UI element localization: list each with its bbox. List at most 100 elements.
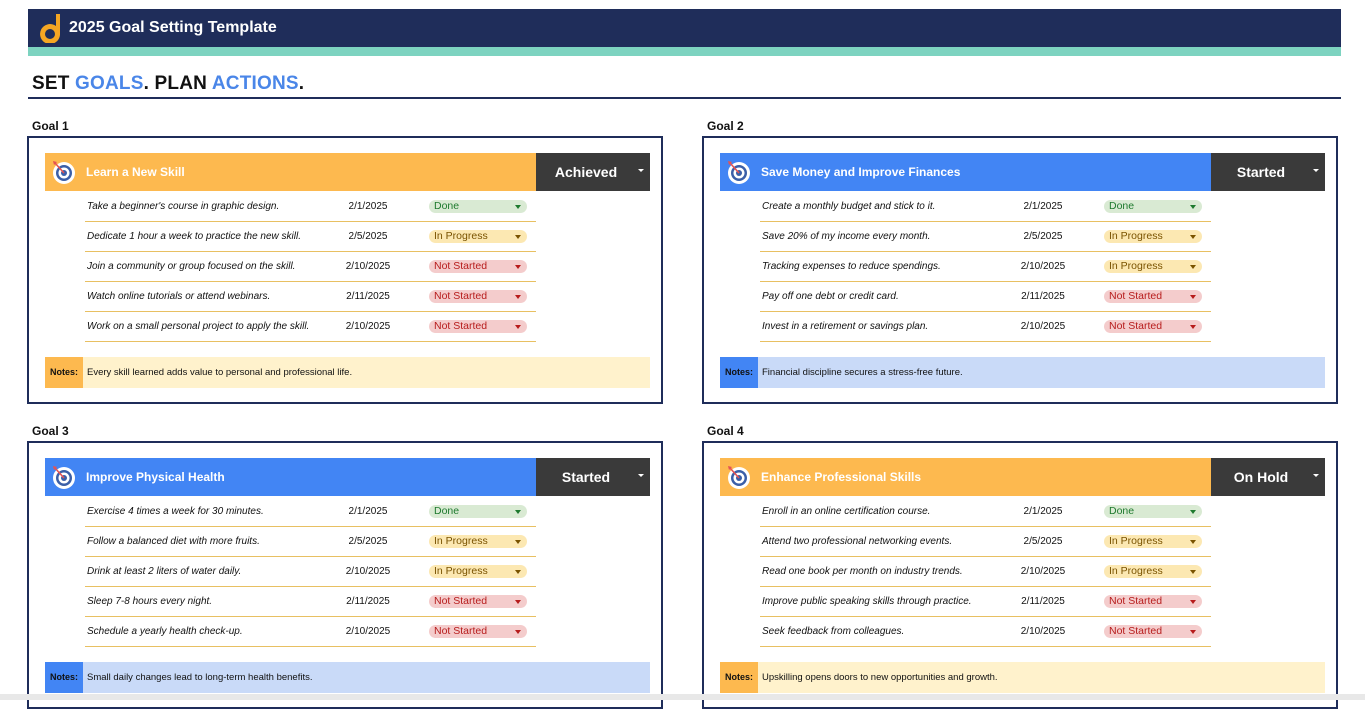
task-date[interactable]: 2/10/2025 bbox=[337, 252, 399, 281]
task-text[interactable]: Save 20% of my income every month. bbox=[762, 222, 930, 251]
task-status-dropdown[interactable]: In Progress bbox=[1104, 230, 1202, 243]
headline-divider bbox=[28, 97, 1341, 99]
task-date[interactable]: 2/10/2025 bbox=[1012, 312, 1074, 341]
notes-row: Notes: Every skill learned adds value to … bbox=[45, 357, 650, 388]
task-row: Watch online tutorials or attend webinar… bbox=[85, 282, 536, 312]
task-list: Create a monthly budget and stick to it.… bbox=[760, 192, 1211, 342]
task-status-value: Not Started bbox=[434, 260, 488, 272]
task-text[interactable]: Dedicate 1 hour a week to practice the n… bbox=[87, 222, 301, 251]
task-status-value: Not Started bbox=[434, 595, 488, 607]
task-text[interactable]: Follow a balanced diet with more fruits. bbox=[87, 527, 260, 556]
goal-status-dropdown[interactable]: On Hold bbox=[1211, 458, 1325, 496]
chevron-down-icon bbox=[515, 205, 521, 209]
task-row: Follow a balanced diet with more fruits.… bbox=[85, 527, 536, 557]
task-date[interactable]: 2/1/2025 bbox=[1012, 192, 1074, 221]
task-date[interactable]: 2/11/2025 bbox=[1012, 282, 1074, 311]
task-status-dropdown[interactable]: Done bbox=[429, 200, 527, 213]
goal-status-dropdown[interactable]: Started bbox=[1211, 153, 1325, 191]
task-status-dropdown[interactable]: Not Started bbox=[1104, 625, 1202, 638]
chevron-down-icon bbox=[1190, 630, 1196, 634]
task-status-value: In Progress bbox=[1109, 230, 1163, 242]
task-status-dropdown[interactable]: Not Started bbox=[429, 320, 527, 333]
task-text[interactable]: Read one book per month on industry tren… bbox=[762, 557, 963, 586]
goal-status-dropdown[interactable]: Achieved bbox=[536, 153, 650, 191]
task-text[interactable]: Seek feedback from colleagues. bbox=[762, 617, 904, 646]
task-date[interactable]: 2/5/2025 bbox=[337, 222, 399, 251]
goal-status-value: Started bbox=[561, 469, 611, 485]
task-text[interactable]: Invest in a retirement or savings plan. bbox=[762, 312, 928, 341]
goal-status-value: Started bbox=[1236, 164, 1286, 180]
task-date[interactable]: 2/10/2025 bbox=[1012, 617, 1074, 646]
task-text[interactable]: Work on a small personal project to appl… bbox=[87, 312, 309, 341]
task-text[interactable]: Improve public speaking skills through p… bbox=[762, 587, 972, 616]
task-status-dropdown[interactable]: Done bbox=[1104, 505, 1202, 518]
task-status-value: Done bbox=[434, 505, 460, 517]
notes-text[interactable]: Every skill learned adds value to person… bbox=[83, 357, 352, 388]
horizontal-scrollbar[interactable] bbox=[0, 694, 1365, 700]
task-date[interactable]: 2/10/2025 bbox=[337, 557, 399, 586]
task-text[interactable]: Schedule a yearly health check-up. bbox=[87, 617, 243, 646]
task-status-dropdown[interactable]: Not Started bbox=[429, 625, 527, 638]
notes-label: Notes: bbox=[720, 662, 758, 693]
task-text[interactable]: Tracking expenses to reduce spendings. bbox=[762, 252, 941, 281]
task-date[interactable]: 2/10/2025 bbox=[1012, 252, 1074, 281]
task-date[interactable]: 2/1/2025 bbox=[337, 497, 399, 526]
task-status-dropdown[interactable]: Done bbox=[1104, 200, 1202, 213]
task-status-dropdown[interactable]: Not Started bbox=[1104, 595, 1202, 608]
task-status-dropdown[interactable]: Not Started bbox=[429, 260, 527, 273]
task-date[interactable]: 2/10/2025 bbox=[337, 617, 399, 646]
task-date[interactable]: 2/5/2025 bbox=[1012, 527, 1074, 556]
task-text[interactable]: Attend two professional networking event… bbox=[762, 527, 952, 556]
task-date[interactable]: 2/11/2025 bbox=[1012, 587, 1074, 616]
task-text[interactable]: Pay off one debt or credit card. bbox=[762, 282, 899, 311]
task-status-value: In Progress bbox=[434, 230, 488, 242]
task-date[interactable]: 2/10/2025 bbox=[337, 312, 399, 341]
task-date[interactable]: 2/1/2025 bbox=[1012, 497, 1074, 526]
chevron-down-icon bbox=[515, 265, 521, 269]
page-headline: SET GOALS. PLAN ACTIONS. bbox=[32, 73, 305, 94]
task-text[interactable]: Join a community or group focused on the… bbox=[87, 252, 295, 281]
notes-row: Notes: Financial discipline secures a str… bbox=[720, 357, 1325, 388]
task-text[interactable]: Watch online tutorials or attend webinar… bbox=[87, 282, 270, 311]
task-status-dropdown[interactable]: Not Started bbox=[1104, 320, 1202, 333]
goal-status-dropdown[interactable]: Started bbox=[536, 458, 650, 496]
chevron-down-icon bbox=[638, 169, 644, 172]
task-date[interactable]: 2/11/2025 bbox=[337, 282, 399, 311]
task-date[interactable]: 2/1/2025 bbox=[337, 192, 399, 221]
task-status-value: Not Started bbox=[1109, 320, 1163, 332]
notes-text[interactable]: Upskilling opens doors to new opportunit… bbox=[758, 662, 998, 693]
chevron-down-icon bbox=[1190, 540, 1196, 544]
task-status-dropdown[interactable]: Not Started bbox=[429, 290, 527, 303]
task-status-dropdown[interactable]: Not Started bbox=[429, 595, 527, 608]
task-date[interactable]: 2/10/2025 bbox=[1012, 557, 1074, 586]
goal-header: Improve Physical Health bbox=[45, 458, 536, 496]
target-icon bbox=[728, 161, 750, 184]
task-status-dropdown[interactable]: In Progress bbox=[429, 230, 527, 243]
task-status-dropdown[interactable]: In Progress bbox=[429, 535, 527, 548]
notes-text[interactable]: Financial discipline secures a stress-fr… bbox=[758, 357, 963, 388]
task-text[interactable]: Create a monthly budget and stick to it. bbox=[762, 192, 935, 221]
task-text[interactable]: Enroll in an online certification course… bbox=[762, 497, 930, 526]
task-status-dropdown[interactable]: In Progress bbox=[1104, 565, 1202, 578]
goal-header: Save Money and Improve Finances bbox=[720, 153, 1211, 191]
task-date[interactable]: 2/5/2025 bbox=[1012, 222, 1074, 251]
task-status-dropdown[interactable]: In Progress bbox=[429, 565, 527, 578]
task-status-dropdown[interactable]: Done bbox=[429, 505, 527, 518]
task-status-dropdown[interactable]: In Progress bbox=[1104, 260, 1202, 273]
goal-card-2: Save Money and Improve Finances Started Cr… bbox=[702, 136, 1338, 404]
task-text[interactable]: Sleep 7-8 hours every night. bbox=[87, 587, 212, 616]
task-text[interactable]: Exercise 4 times a week for 30 minutes. bbox=[87, 497, 264, 526]
notes-text[interactable]: Small daily changes lead to long-term he… bbox=[83, 662, 313, 693]
goal-status-value: On Hold bbox=[1233, 469, 1289, 485]
task-row: Create a monthly budget and stick to it.… bbox=[760, 192, 1211, 222]
task-date[interactable]: 2/11/2025 bbox=[337, 587, 399, 616]
task-status-dropdown[interactable]: Not Started bbox=[1104, 290, 1202, 303]
task-date[interactable]: 2/5/2025 bbox=[337, 527, 399, 556]
task-status-value: Not Started bbox=[1109, 595, 1163, 607]
task-text[interactable]: Drink at least 2 liters of water daily. bbox=[87, 557, 241, 586]
goal-2-label: Goal 2 bbox=[707, 119, 744, 133]
chevron-down-icon bbox=[515, 540, 521, 544]
task-list: Exercise 4 times a week for 30 minutes. 2… bbox=[85, 497, 536, 647]
task-status-dropdown[interactable]: In Progress bbox=[1104, 535, 1202, 548]
task-text[interactable]: Take a beginner's course in graphic desi… bbox=[87, 192, 279, 221]
